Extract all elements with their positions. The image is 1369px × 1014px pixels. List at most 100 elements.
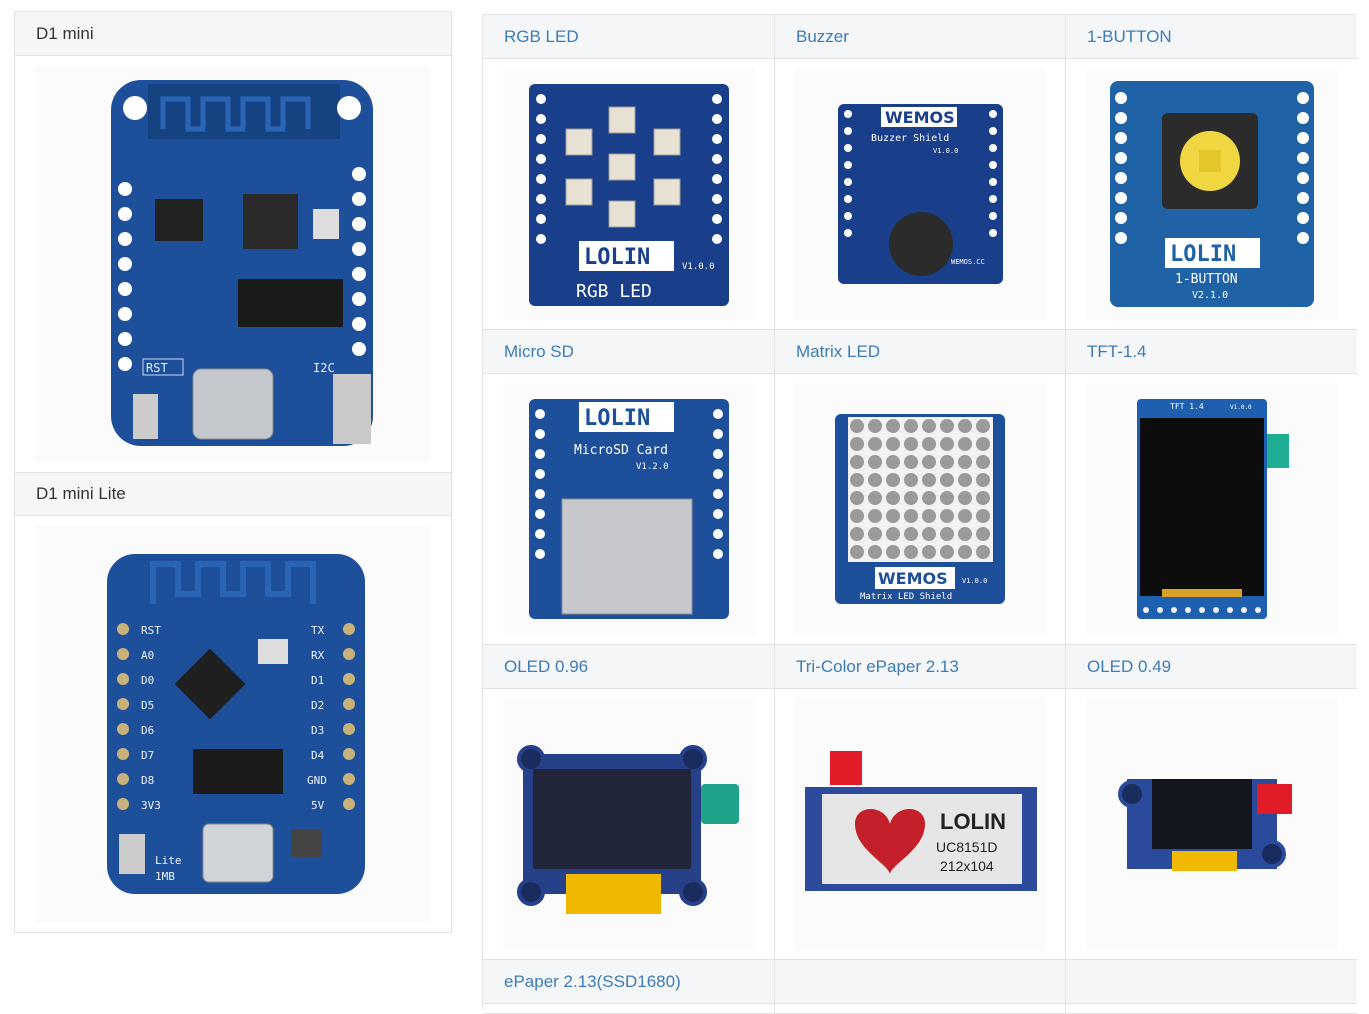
pin-label-d4: D4 bbox=[311, 749, 325, 762]
led-dot bbox=[940, 509, 954, 523]
lolin-logo-text: LOLIN bbox=[940, 809, 1006, 834]
shield-title-rgb-led[interactable]: RGB LED bbox=[483, 15, 775, 59]
led-dot bbox=[850, 527, 864, 541]
button-shield-image[interactable]: LOLIN 1-BUTTON V2.1.0 bbox=[1085, 68, 1338, 320]
micro-sd-shield-image[interactable]: LOLIN MicroSD Card V1.2.0 bbox=[502, 383, 755, 635]
led-dot bbox=[886, 491, 900, 505]
d1-mini-board-image[interactable]: RST I2C bbox=[35, 66, 431, 462]
shield-image-cell: WEMOS Buzzer Shield V1.0.0 WEMOS.CC bbox=[775, 59, 1066, 330]
wemos-logo-text: WEMOS bbox=[885, 108, 955, 127]
led-dot bbox=[904, 491, 918, 505]
led-dot bbox=[850, 473, 864, 487]
board-image-cell: RST I2C bbox=[15, 56, 451, 472]
empty-header-cell bbox=[775, 960, 1066, 1004]
led-dot bbox=[976, 491, 990, 505]
led-dot bbox=[958, 491, 972, 505]
buzzer-shield-image[interactable]: WEMOS Buzzer Shield V1.0.0 WEMOS.CC bbox=[794, 68, 1046, 320]
led-dot bbox=[976, 509, 990, 523]
led-dot bbox=[868, 491, 882, 505]
led-dot bbox=[922, 491, 936, 505]
matrix-led-shield-image[interactable]: WEMOS V1.0.0 Matrix LED Shield bbox=[794, 383, 1046, 635]
led-dot bbox=[940, 455, 954, 469]
version-text: V1.0.0 bbox=[962, 577, 987, 585]
oled-096-image[interactable] bbox=[502, 698, 755, 950]
pin-label-d0: D0 bbox=[141, 674, 154, 687]
led-dot bbox=[922, 473, 936, 487]
shield-image-cell: LOLIN V1.0.0 RGB LED bbox=[483, 59, 775, 330]
lite-label: Lite bbox=[155, 854, 182, 867]
pin-label-3v3: 3V3 bbox=[141, 799, 161, 812]
pin-label-rst: RST bbox=[141, 624, 161, 637]
led-dot bbox=[868, 473, 882, 487]
flash-size-label: 1MB bbox=[155, 870, 175, 883]
board-title-d1-mini-lite: D1 mini Lite bbox=[15, 472, 451, 516]
shield-title-tri-color-epaper[interactable]: Tri-Color ePaper 2.13 bbox=[775, 645, 1066, 689]
pin-label-d3: D3 bbox=[311, 724, 324, 737]
led-dot bbox=[958, 527, 972, 541]
lolin-logo-text: LOLIN bbox=[1170, 242, 1236, 267]
led-dot bbox=[868, 419, 882, 433]
oled-049-image[interactable] bbox=[1085, 698, 1338, 950]
shield-title-matrix-led[interactable]: Matrix LED bbox=[775, 330, 1066, 374]
led-dot bbox=[886, 437, 900, 451]
epaper-tricolor-image[interactable]: LOLIN UC8151D 212x104 bbox=[794, 698, 1046, 950]
pin-label-5v: 5V bbox=[311, 799, 325, 812]
buzzer-silkscreen: Buzzer Shield bbox=[871, 133, 949, 144]
led-dot bbox=[940, 491, 954, 505]
led-dot bbox=[850, 419, 864, 433]
board-image-cell: RST A0 D0 D5 D6 D7 D8 3V3 TX RX D1 D2 D3… bbox=[15, 516, 451, 932]
led-dot bbox=[904, 545, 918, 559]
led-dot bbox=[868, 437, 882, 451]
shield-image-cell: WEMOS V1.0.0 Matrix LED Shield bbox=[775, 374, 1066, 645]
led-dot bbox=[976, 455, 990, 469]
rgb-led-shield-image[interactable]: LOLIN V1.0.0 RGB LED bbox=[502, 68, 755, 320]
led-dot bbox=[850, 491, 864, 505]
shield-title-buzzer[interactable]: Buzzer bbox=[775, 15, 1066, 59]
wemos-logo-text: WEMOS bbox=[878, 569, 948, 588]
led-dot bbox=[940, 419, 954, 433]
led-dot bbox=[940, 473, 954, 487]
version-text: V1.2.0 bbox=[636, 462, 669, 472]
pin-label-d8: D8 bbox=[141, 774, 154, 787]
matrix-led-silkscreen: Matrix LED Shield bbox=[860, 592, 952, 602]
shield-title-tft-1-4[interactable]: TFT-1.4 bbox=[1066, 330, 1357, 374]
empty-header-cell bbox=[1066, 960, 1357, 1004]
led-dot bbox=[976, 545, 990, 559]
shield-title-1-button[interactable]: 1-BUTTON bbox=[1066, 15, 1357, 59]
pin-label-a0: A0 bbox=[141, 649, 154, 662]
shield-title-oled-0-96[interactable]: OLED 0.96 bbox=[483, 645, 775, 689]
led-dot bbox=[940, 437, 954, 451]
rst-label: RST bbox=[146, 361, 168, 375]
led-dot bbox=[922, 509, 936, 523]
shield-image-cell: LOLIN MicroSD Card V1.2.0 bbox=[483, 374, 775, 645]
led-dot bbox=[940, 527, 954, 541]
tft-display-image[interactable]: TFT 1.4 V1.0.0 bbox=[1085, 383, 1338, 635]
pin-label-d1: D1 bbox=[311, 674, 324, 687]
shield-image-cell: LOLIN 1-BUTTON V2.1.0 bbox=[1066, 59, 1357, 330]
pin-label-d5: D5 bbox=[141, 699, 154, 712]
led-dot bbox=[904, 509, 918, 523]
shield-image-cell bbox=[1066, 689, 1357, 960]
board-title-d1-mini: D1 mini bbox=[15, 12, 451, 56]
pin-label-rx: RX bbox=[311, 649, 325, 662]
led-dot bbox=[904, 473, 918, 487]
board-panel: D1 mini RST I2C D1 mini Lite RST A0 D0 D… bbox=[14, 11, 452, 933]
d1-mini-lite-board-image[interactable]: RST A0 D0 D5 D6 D7 D8 3V3 TX RX D1 D2 D3… bbox=[35, 526, 431, 922]
lolin-logo-text: LOLIN bbox=[584, 406, 650, 431]
led-dot bbox=[904, 527, 918, 541]
shield-title-epaper-ssd1680[interactable]: ePaper 2.13(SSD1680) bbox=[483, 960, 775, 1004]
led-dot bbox=[958, 455, 972, 469]
led-dot bbox=[958, 437, 972, 451]
shield-title-micro-sd[interactable]: Micro SD bbox=[483, 330, 775, 374]
shield-grid: RGB LED Buzzer 1-BUTTON LOLIN V1.0.0 RGB… bbox=[482, 14, 1357, 1014]
led-dot bbox=[868, 455, 882, 469]
version-text: V1.0.0 bbox=[682, 262, 715, 272]
pin-label-d2: D2 bbox=[311, 699, 324, 712]
led-dot bbox=[976, 527, 990, 541]
shield-title-oled-0-49[interactable]: OLED 0.49 bbox=[1066, 645, 1357, 689]
led-dot bbox=[922, 419, 936, 433]
micro-sd-silkscreen: MicroSD Card bbox=[574, 443, 668, 458]
pin-label-d7: D7 bbox=[141, 749, 154, 762]
led-dot bbox=[886, 545, 900, 559]
led-dot bbox=[868, 545, 882, 559]
